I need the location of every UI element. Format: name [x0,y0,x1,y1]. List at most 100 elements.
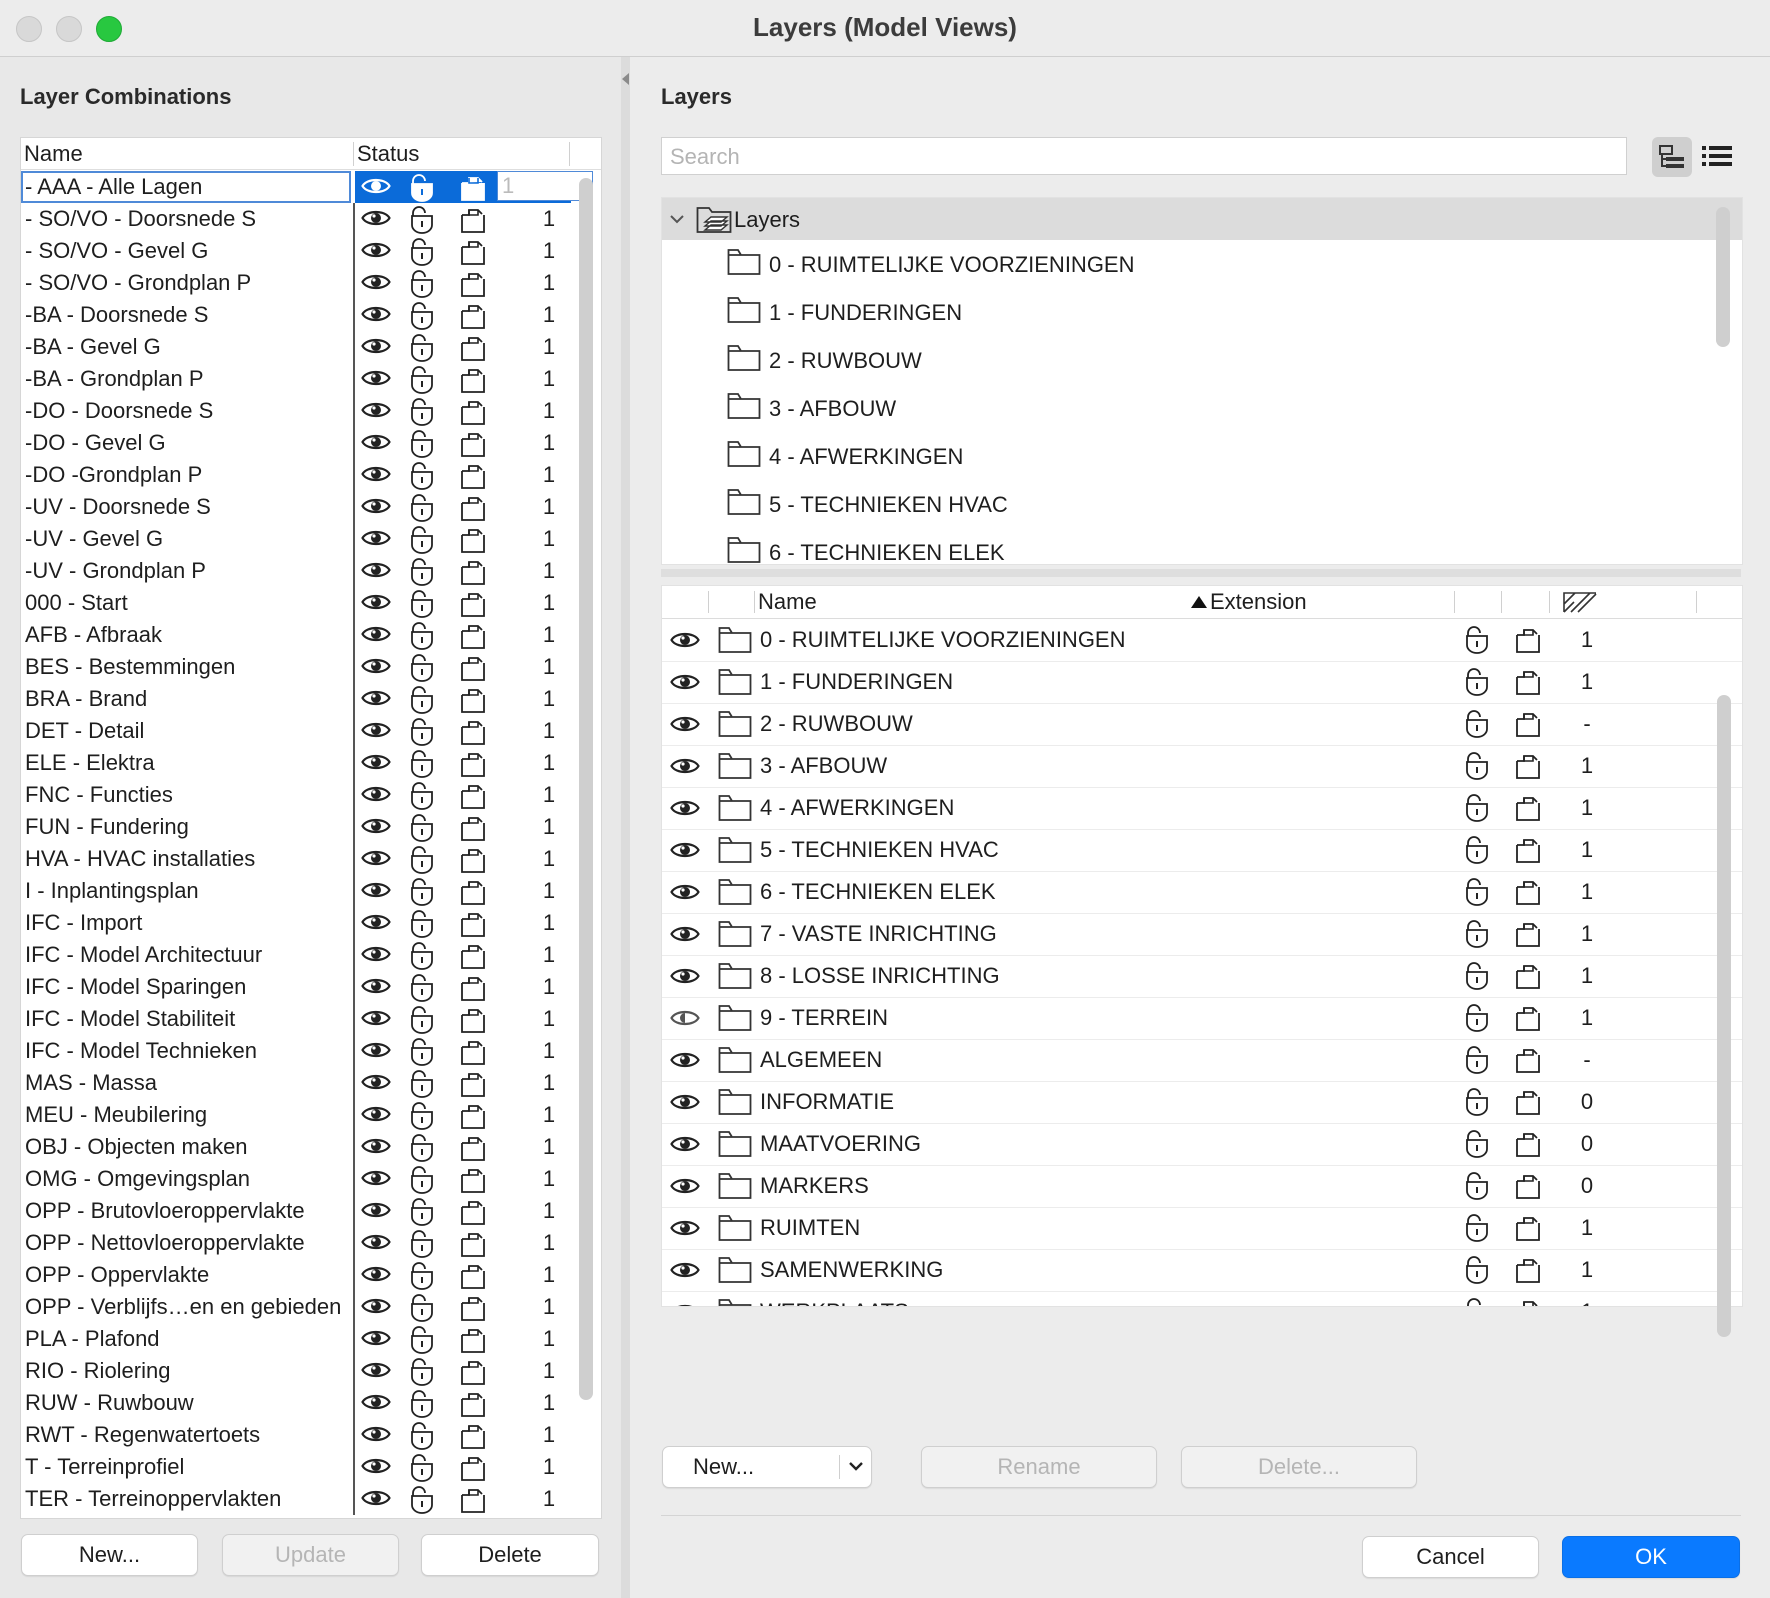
lock-icon[interactable] [407,974,437,1002]
lock-icon[interactable] [407,558,437,586]
combination-name[interactable]: OPP - Brutovloeroppervlakte [25,1198,350,1224]
combination-name[interactable]: IFC - Model Technieken [25,1038,350,1064]
combination-name[interactable]: -BA - Doorsnede S [25,302,350,328]
layer-pile-icon[interactable] [458,878,488,906]
combination-name[interactable]: T - Terreinprofiel [25,1454,350,1480]
layer-pile-icon[interactable] [1513,1046,1543,1074]
eye-icon[interactable] [361,944,391,964]
eye-icon[interactable] [361,240,391,260]
delete-combination-button[interactable]: Delete [421,1534,599,1576]
combination-name[interactable]: FUN - Fundering [25,814,350,840]
combination-name[interactable]: IFC - Model Stabiliteit [25,1006,350,1032]
layer-combination-row[interactable]: OMG - Omgevingsplan 1 [21,1163,581,1195]
layer-combination-row[interactable]: -BA - Gevel G 1 [21,331,581,363]
layer-combination-row[interactable]: IFC - Model Sparingen 1 [21,971,581,1003]
tree-scrollbar-thumb[interactable] [1716,207,1730,347]
layer-combination-row[interactable]: 000 - Start 1 [21,587,581,619]
layer-pile-icon[interactable] [1513,710,1543,738]
lock-icon[interactable] [407,878,437,906]
layer-combination-row[interactable]: BES - Bestemmingen 1 [21,651,581,683]
layer-pile-icon[interactable] [458,238,488,266]
layer-combination-row[interactable]: FNC - Functies 1 [21,779,581,811]
layer-pile-icon[interactable] [458,1358,488,1386]
layer-combination-row[interactable]: -DO - Doorsnede S 1 [21,395,581,427]
lock-icon[interactable] [407,590,437,618]
eye-icon[interactable] [670,1218,700,1238]
layer-row[interactable]: MARKERS 0 [662,1165,1742,1208]
lock-icon[interactable] [407,206,437,234]
layer-pile-icon[interactable] [458,334,488,362]
eye-icon[interactable] [361,624,391,644]
column-header-extension[interactable]: Extension [1210,589,1307,615]
lock-icon[interactable] [407,846,437,874]
eye-icon[interactable] [361,1264,391,1284]
lock-icon[interactable] [1462,1088,1492,1116]
eye-icon[interactable] [361,1040,391,1060]
layer-name[interactable]: 5 - TECHNIEKEN HVAC [760,837,999,863]
layer-pile-icon[interactable] [458,526,488,554]
eye-icon[interactable] [361,432,391,452]
eye-icon[interactable] [361,1072,391,1092]
combination-name[interactable]: BRA - Brand [25,686,350,712]
layer-combination-row[interactable]: FUN - Fundering 1 [21,811,581,843]
cancel-button[interactable]: Cancel [1362,1536,1539,1578]
eye-icon[interactable] [361,1232,391,1252]
combination-name[interactable]: RIO - Riolering [25,1358,350,1384]
layer-combination-row[interactable]: IFC - Model Architectuur 1 [21,939,581,971]
column-header-status[interactable]: Status [357,141,419,167]
layer-name[interactable]: 0 - RUIMTELIJKE VOORZIENINGEN [760,627,1126,653]
lock-icon[interactable] [1462,1298,1492,1306]
lock-icon[interactable] [407,686,437,714]
eye-icon[interactable] [361,976,391,996]
lock-icon[interactable] [407,1326,437,1354]
combination-name[interactable]: AFB - Afbraak [25,622,350,648]
layer-name[interactable]: 1 - FUNDERINGEN [760,669,953,695]
eye-icon[interactable] [670,714,700,734]
layer-combination-row[interactable]: OBJ - Objecten maken 1 [21,1131,581,1163]
layer-pile-icon[interactable] [1513,668,1543,696]
layer-combination-row[interactable]: PLA - Plafond 1 [21,1323,581,1355]
layer-pile-icon[interactable] [458,366,488,394]
combination-name[interactable]: HVA - HVAC installaties [25,846,350,872]
combination-name[interactable]: I - Inplantingsplan [25,878,350,904]
layer-pile-icon[interactable] [458,686,488,714]
eye-icon[interactable] [361,464,391,484]
eye-icon[interactable] [361,368,391,388]
layer-combination-row[interactable]: T - Terreinprofiel 1 [21,1451,581,1483]
eye-icon[interactable] [670,630,700,650]
layer-row[interactable]: 8 - LOSSE INRICHTING 1 [662,955,1742,998]
eye-icon[interactable] [361,400,391,420]
layer-pile-icon[interactable] [458,1422,488,1450]
eye-icon[interactable] [361,1328,391,1348]
eye-icon[interactable] [361,336,391,356]
layer-name[interactable]: INFORMATIE [760,1089,894,1115]
eye-icon[interactable] [361,656,391,676]
lock-icon[interactable] [407,430,437,458]
lock-icon[interactable] [407,1198,437,1226]
delete-layer-button[interactable]: Delete... [1181,1446,1417,1488]
layer-pile-icon[interactable] [458,974,488,1002]
layer-pile-icon[interactable] [1513,836,1543,864]
layer-row[interactable]: 9 - TERREIN 1 [662,997,1742,1040]
layer-combination-row[interactable]: -UV - Gevel G 1 [21,523,581,555]
combination-name[interactable]: BES - Bestemmingen [25,654,350,680]
eye-icon[interactable] [361,1168,391,1188]
layer-name[interactable]: 9 - TERREIN [760,1005,888,1031]
eye-icon[interactable] [361,1104,391,1124]
lock-icon[interactable] [1462,710,1492,738]
layer-combination-row[interactable]: - SO/VO - Grondplan P 1 [21,267,581,299]
layer-name[interactable]: 3 - AFBOUW [760,753,887,779]
column-header-name[interactable]: Name [24,141,83,167]
layer-name[interactable]: ALGEMEEN [760,1047,882,1073]
layer-pile-icon[interactable] [1513,1298,1543,1306]
layer-pile-icon[interactable] [1513,1256,1543,1284]
lock-icon[interactable] [407,782,437,810]
eye-icon[interactable] [361,1136,391,1156]
layer-pile-icon[interactable] [458,398,488,426]
lock-icon[interactable] [407,302,437,330]
layer-row[interactable]: 2 - RUWBOUW - [662,703,1742,746]
layer-row[interactable]: 1 - FUNDERINGEN 1 [662,661,1742,704]
lock-icon[interactable] [407,654,437,682]
layer-pile-icon[interactable] [1513,1130,1543,1158]
layer-combination-row[interactable]: -BA - Grondplan P 1 [21,363,581,395]
